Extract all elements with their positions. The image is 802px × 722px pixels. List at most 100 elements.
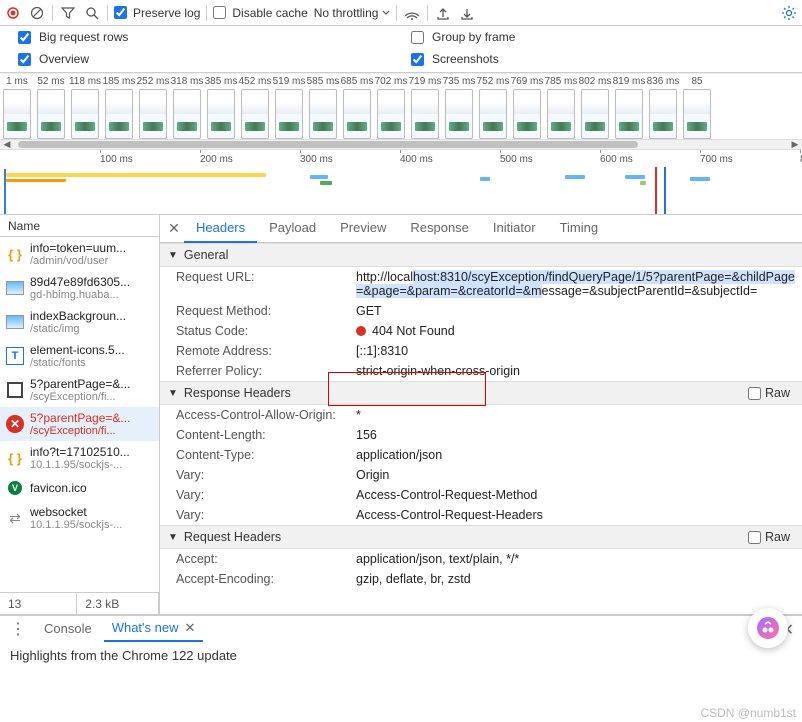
detail-tabs: ✕ Headers Payload Preview Response Initi… bbox=[160, 215, 802, 243]
filmstrip-frame[interactable]: 585 ms bbox=[306, 76, 340, 139]
filmstrip-frame[interactable]: 452 ms bbox=[238, 76, 272, 139]
frame-time: 52 ms bbox=[37, 76, 64, 87]
request-row[interactable]: indexBackgroun.../static/img bbox=[0, 305, 159, 339]
filmstrip-frame[interactable]: 385 ms bbox=[204, 76, 238, 139]
filmstrip-frame[interactable]: 836 ms bbox=[646, 76, 680, 139]
drawer-tab-console[interactable]: Console bbox=[36, 617, 100, 642]
frame-time: 385 ms bbox=[205, 76, 238, 87]
screenshots-checkbox[interactable] bbox=[411, 53, 424, 66]
filmstrip-frame[interactable]: 719 ms bbox=[408, 76, 442, 139]
filmstrip-frame[interactable]: 819 ms bbox=[612, 76, 646, 139]
floating-action-button[interactable] bbox=[748, 608, 788, 648]
request-row[interactable]: { }info=token=uum.../admin/vod/user bbox=[0, 237, 159, 271]
timeline-tick: 500 ms bbox=[500, 154, 533, 165]
drawer-tab-whatsnew[interactable]: What's new✕ bbox=[104, 616, 204, 642]
timeline-ruler[interactable]: 100 ms200 ms300 ms400 ms500 ms600 ms700 … bbox=[0, 149, 802, 167]
request-row[interactable]: 5?parentPage=&.../scyException/fi... bbox=[0, 373, 159, 407]
big-request-rows-checkbox[interactable] bbox=[18, 31, 31, 44]
record-icon[interactable] bbox=[4, 4, 22, 22]
request-text: favicon.ico bbox=[30, 481, 87, 495]
settings-gear-icon[interactable] bbox=[780, 4, 798, 22]
tab-preview[interactable]: Preview bbox=[328, 215, 398, 243]
fab-icon bbox=[757, 617, 779, 639]
tab-payload[interactable]: Payload bbox=[257, 215, 328, 243]
timeline-bar bbox=[640, 181, 646, 185]
group-by-frame-checkbox[interactable] bbox=[411, 31, 424, 44]
tab-headers[interactable]: Headers bbox=[184, 215, 257, 243]
name-column-header[interactable]: Name bbox=[0, 215, 159, 237]
disable-cache-checkbox[interactable] bbox=[213, 6, 226, 19]
throttling-dropdown[interactable]: No throttling bbox=[314, 6, 391, 20]
network-conditions-icon[interactable] bbox=[403, 4, 421, 22]
filmstrip-frame[interactable]: 118 ms bbox=[68, 76, 102, 139]
raw-checkbox[interactable] bbox=[748, 531, 761, 544]
close-detail-icon[interactable]: ✕ bbox=[164, 220, 184, 237]
preserve-log-checkbox[interactable] bbox=[114, 6, 127, 19]
raw-toggle[interactable]: Raw bbox=[748, 386, 794, 400]
response-header-key: Content-Type: bbox=[176, 448, 356, 462]
screenshots-label: Screenshots bbox=[432, 52, 499, 66]
scroll-right-arrow-icon[interactable]: ▶ bbox=[788, 140, 802, 149]
filmstrip[interactable]: 1 ms52 ms 118 ms185 ms252 ms318 ms385 ms4… bbox=[0, 73, 802, 139]
timeline-bar bbox=[6, 173, 266, 177]
filmstrip-frame[interactable]: 519 ms bbox=[272, 76, 306, 139]
status-bar: 13 requests 2.3 kB transf bbox=[0, 592, 159, 614]
request-row[interactable]: Vfavicon.ico bbox=[0, 475, 159, 501]
timeline-overview[interactable] bbox=[0, 167, 802, 215]
general-section-header[interactable]: ▼General bbox=[160, 243, 802, 267]
overview-checkbox[interactable] bbox=[18, 53, 31, 66]
triangle-down-icon: ▼ bbox=[168, 388, 178, 399]
import-har-icon[interactable] bbox=[458, 4, 476, 22]
frame-time: 519 ms bbox=[273, 76, 306, 87]
request-row[interactable]: Telement-icons.5.../static/fonts bbox=[0, 339, 159, 373]
request-headers-section-header[interactable]: ▼Request Headers Raw bbox=[160, 525, 802, 549]
request-row[interactable]: { }info?t=17102510...10.1.1.95/sockjs-..… bbox=[0, 441, 159, 475]
frame-time: 318 ms bbox=[171, 76, 204, 87]
filmstrip-frame[interactable]: 185 ms bbox=[102, 76, 136, 139]
tab-initiator[interactable]: Initiator bbox=[481, 215, 548, 243]
raw-checkbox[interactable] bbox=[748, 387, 761, 400]
timeline-tick: 200 ms bbox=[200, 154, 233, 165]
filmstrip-frame[interactable]: 752 ms bbox=[476, 76, 510, 139]
detail-pane: ✕ Headers Payload Preview Response Initi… bbox=[160, 215, 802, 614]
request-row[interactable]: 89d47e89fd6305...gd-hbimg.huaba... bbox=[0, 271, 159, 305]
screenshot-thumb bbox=[3, 89, 31, 139]
filmstrip-frame[interactable]: 735 ms bbox=[442, 76, 476, 139]
scroll-left-arrow-icon[interactable]: ◀ bbox=[0, 140, 14, 149]
request-path: /static/img bbox=[30, 323, 126, 335]
filmstrip-frame[interactable]: 685 ms bbox=[340, 76, 374, 139]
image-icon bbox=[6, 313, 24, 331]
search-icon[interactable] bbox=[83, 4, 101, 22]
tab-timing[interactable]: Timing bbox=[548, 215, 611, 243]
response-header-value: * bbox=[356, 408, 802, 422]
request-row[interactable]: ✕5?parentPage=&.../scyException/fi... bbox=[0, 407, 159, 441]
drawer-menu-icon[interactable]: ⋮ bbox=[4, 619, 32, 639]
scrollbar-thumb[interactable] bbox=[18, 141, 638, 148]
filmstrip-scrollbar[interactable]: ◀ ▶ bbox=[0, 139, 802, 149]
filmstrip-frame[interactable]: 1 ms bbox=[0, 76, 34, 139]
filmstrip-frame[interactable]: 318 ms bbox=[170, 76, 204, 139]
filmstrip-frame[interactable]: 52 ms bbox=[34, 76, 68, 139]
timeline-tick: 400 ms bbox=[400, 154, 433, 165]
raw-toggle[interactable]: Raw bbox=[748, 530, 794, 544]
request-row[interactable]: ⇄websocket10.1.1.95/sockjs-... bbox=[0, 501, 159, 535]
tab-response[interactable]: Response bbox=[398, 215, 481, 243]
response-headers-section-header[interactable]: ▼Response Headers Raw bbox=[160, 381, 802, 405]
headers-detail: ▼General Request URL: http://localhost:8… bbox=[160, 243, 802, 614]
filmstrip-frame[interactable]: 85 bbox=[680, 76, 714, 139]
json-icon: { } bbox=[6, 245, 24, 263]
timeline-bar bbox=[625, 175, 645, 179]
filmstrip-frame[interactable]: 769 ms bbox=[510, 76, 544, 139]
clear-icon[interactable] bbox=[28, 4, 46, 22]
filmstrip-frame[interactable]: 785 ms bbox=[544, 76, 578, 139]
filmstrip-frame[interactable]: 252 ms bbox=[136, 76, 170, 139]
screenshot-thumb bbox=[207, 89, 235, 139]
export-har-icon[interactable] bbox=[434, 4, 452, 22]
filter-icon[interactable] bbox=[59, 4, 77, 22]
filmstrip-frame[interactable]: 802 ms bbox=[578, 76, 612, 139]
filmstrip-frame[interactable]: 702 ms bbox=[374, 76, 408, 139]
request-url-value[interactable]: http://localhost:8310/scyException/findQ… bbox=[356, 270, 802, 298]
screenshot-thumb bbox=[37, 89, 65, 139]
close-tab-icon[interactable]: ✕ bbox=[185, 620, 196, 635]
request-name: websocket bbox=[30, 505, 122, 519]
